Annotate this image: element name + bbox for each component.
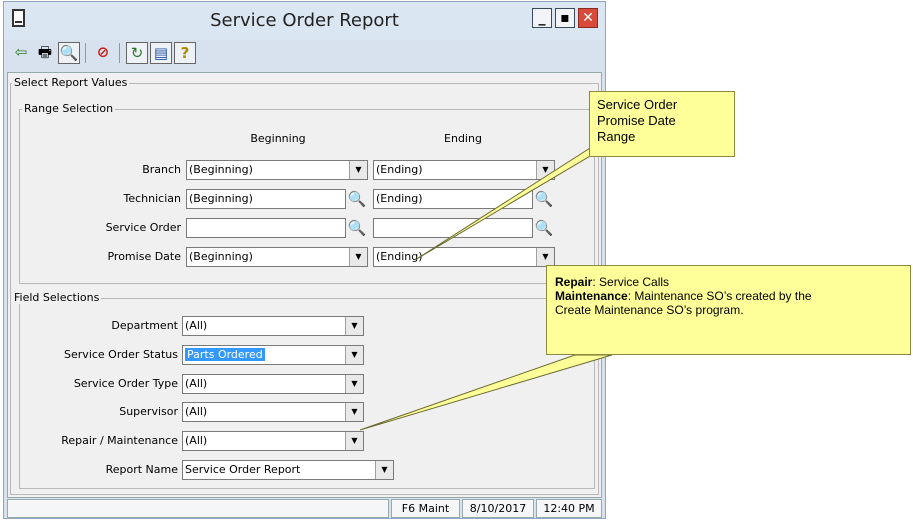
- promise-date-end-select[interactable]: (Ending) ▼: [373, 247, 555, 267]
- service-order-type-select[interactable]: (All) ▼: [182, 374, 364, 394]
- report-name-select[interactable]: Service Order Report ▼: [182, 460, 394, 480]
- promise-date-label: Promise Date: [107, 250, 181, 263]
- service-order-begin-input[interactable]: [186, 218, 346, 238]
- service-order-end-search-icon[interactable]: 🔍: [534, 218, 554, 238]
- branch-end-value: (Ending): [376, 163, 423, 176]
- department-select[interactable]: (All) ▼: [182, 316, 364, 336]
- toolbar: ⇦ 🖶 🔍 ⊘ ↻ ▤ ?: [10, 40, 602, 66]
- chevron-down-icon[interactable]: ▼: [349, 248, 367, 266]
- repair-term: Repair: [555, 275, 593, 289]
- select-report-values-legend: Select Report Values: [12, 76, 130, 89]
- chevron-down-icon[interactable]: ▼: [345, 432, 363, 450]
- report-name-label: Report Name: [105, 463, 178, 476]
- chevron-down-icon[interactable]: ▼: [349, 161, 367, 179]
- status-date: 8/10/2017: [462, 499, 534, 518]
- callout-line: Maintenance: Maintenance SO’s created by…: [555, 289, 902, 303]
- branch-begin-select[interactable]: (Beginning) ▼: [186, 160, 368, 180]
- title-bar: Service Order Report _ ▪ ✕: [4, 2, 605, 40]
- repair-maintenance-value: (All): [185, 434, 208, 447]
- chevron-down-icon[interactable]: ▼: [536, 161, 554, 179]
- cancel-icon[interactable]: ⊘: [92, 42, 114, 64]
- status-bar: F6 Maint 8/10/2017 12:40 PM: [7, 499, 602, 519]
- exit-icon[interactable]: ⇦: [10, 42, 32, 64]
- branch-begin-value: (Beginning): [189, 163, 253, 176]
- maintenance-term: Maintenance: [555, 289, 628, 303]
- close-button[interactable]: ✕: [578, 8, 598, 28]
- technician-end-search-icon[interactable]: 🔍: [534, 189, 554, 209]
- callout-line: Range: [597, 129, 636, 144]
- promise-date-begin-value: (Beginning): [189, 250, 253, 263]
- technician-label: Technician: [123, 192, 181, 205]
- repair-definition: : Service Calls: [592, 275, 670, 289]
- repair-maintenance-label: Repair / Maintenance: [61, 434, 178, 447]
- department-value: (All): [185, 319, 208, 332]
- service-order-begin-search-icon[interactable]: 🔍: [347, 218, 367, 238]
- maintenance-definition: : Maintenance SO’s created by the: [627, 289, 812, 303]
- print-icon[interactable]: 🖶: [34, 42, 56, 64]
- technician-begin-search-icon[interactable]: 🔍: [347, 189, 367, 209]
- toolbar-separator: [85, 43, 86, 63]
- supervisor-label: Supervisor: [119, 405, 178, 418]
- callout-line: Service Order: [597, 97, 678, 112]
- chevron-down-icon[interactable]: ▼: [345, 317, 363, 335]
- toolbar-separator: [119, 43, 120, 63]
- print-preview-icon[interactable]: 🔍: [58, 42, 80, 64]
- report-form: Select Report Values Range Selection Beg…: [7, 72, 602, 498]
- maximize-button[interactable]: ▪: [555, 8, 575, 28]
- repair-maintenance-select[interactable]: (All) ▼: [182, 431, 364, 451]
- service-order-type-label: Service Order Type: [73, 377, 178, 390]
- minimize-button[interactable]: _: [532, 8, 552, 28]
- service-order-status-value: Parts Ordered: [185, 348, 265, 361]
- branch-label: Branch: [142, 163, 181, 176]
- service-order-report-window: Service Order Report _ ▪ ✕ ⇦ 🖶 🔍 ⊘ ↻ ▤ ?…: [3, 1, 606, 519]
- service-order-status-label: Service Order Status: [64, 348, 178, 361]
- chevron-down-icon[interactable]: ▼: [536, 248, 554, 266]
- callout-line: Create Maintenance SO’s program.: [555, 303, 744, 317]
- window-title: Service Order Report: [210, 10, 399, 31]
- supervisor-select[interactable]: (All) ▼: [182, 402, 364, 422]
- range-selection-legend: Range Selection: [22, 102, 116, 115]
- service-order-status-select[interactable]: Parts Ordered ▼: [182, 345, 364, 365]
- promise-date-begin-select[interactable]: (Beginning) ▼: [186, 247, 368, 267]
- promise-date-callout: Service Order Promise Date Range: [589, 91, 735, 157]
- ending-header: Ending: [444, 132, 482, 145]
- branch-end-select[interactable]: (Ending) ▼: [373, 160, 555, 180]
- service-order-type-value: (All): [185, 377, 208, 390]
- service-order-end-input[interactable]: [373, 218, 533, 238]
- field-selections-legend: Field Selections: [12, 291, 102, 304]
- chevron-down-icon[interactable]: ▼: [345, 403, 363, 421]
- technician-end-input[interactable]: (Ending): [373, 189, 533, 209]
- supervisor-value: (All): [185, 405, 208, 418]
- chevron-down-icon[interactable]: ▼: [375, 461, 393, 479]
- chevron-down-icon[interactable]: ▼: [345, 375, 363, 393]
- status-mode: F6 Maint: [391, 499, 460, 518]
- repair-maintenance-callout: Repair: Service Calls Maintenance: Maint…: [546, 265, 911, 355]
- chevron-down-icon[interactable]: ▼: [345, 346, 363, 364]
- beginning-header: Beginning: [250, 132, 306, 145]
- service-order-label: Service Order: [105, 221, 181, 234]
- help-book-icon[interactable]: ▤: [150, 42, 172, 64]
- department-label: Department: [111, 319, 178, 332]
- status-time: 12:40 PM: [536, 499, 602, 518]
- refresh-icon[interactable]: ↻: [126, 42, 148, 64]
- help-icon[interactable]: ?: [174, 42, 196, 64]
- status-message: [7, 499, 389, 518]
- promise-date-end-value: (Ending): [376, 250, 423, 263]
- callout-line: Promise Date: [597, 113, 676, 128]
- technician-begin-input[interactable]: (Beginning): [186, 189, 346, 209]
- report-name-value: Service Order Report: [185, 463, 301, 476]
- callout-line: Repair: Service Calls: [555, 275, 902, 289]
